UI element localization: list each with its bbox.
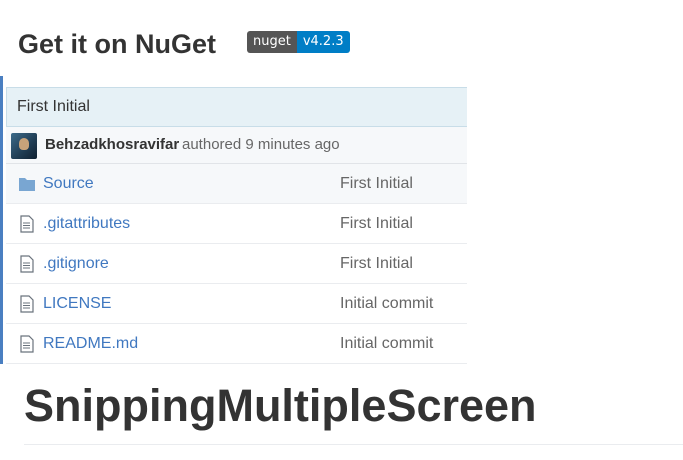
file-icon (20, 255, 34, 273)
list-item: LICENSE Initial commit (6, 284, 467, 324)
file-commit-message[interactable]: First Initial (340, 164, 413, 203)
list-item: .gitattributes First Initial (6, 204, 467, 244)
folder-icon (19, 178, 35, 191)
author-name[interactable]: Behzadkhosravifar (45, 127, 179, 163)
file-link-license[interactable]: LICENSE (43, 284, 111, 323)
repo-file-listing: First Initial Behzadkhosravifar authored… (0, 76, 467, 364)
avatar[interactable] (11, 133, 37, 159)
file-commit-message[interactable]: Initial commit (340, 284, 433, 323)
file-link-gitignore[interactable]: .gitignore (43, 244, 109, 283)
file-link-source[interactable]: Source (43, 164, 94, 203)
list-item: README.md Initial commit (6, 324, 467, 364)
nuget-version-badge[interactable]: nuget v4.2.3 (247, 31, 350, 53)
badge-label: nuget (247, 31, 297, 53)
latest-commit-message: First Initial (6, 87, 467, 127)
nuget-heading: Get it on NuGet (18, 29, 216, 59)
list-item: Source First Initial (6, 164, 467, 204)
file-icon (20, 295, 34, 313)
commit-author-row: Behzadkhosravifar authored 9 minutes ago (6, 127, 467, 164)
file-commit-message[interactable]: First Initial (340, 204, 413, 243)
file-commit-message[interactable]: Initial commit (340, 324, 433, 363)
file-link-readme[interactable]: README.md (43, 324, 138, 363)
list-item: .gitignore First Initial (6, 244, 467, 284)
authored-time: authored 9 minutes ago (182, 136, 340, 153)
file-link-gitattributes[interactable]: .gitattributes (43, 204, 130, 243)
file-icon (20, 335, 34, 353)
heading-divider (24, 444, 683, 445)
page-title: SnippingMultipleScreen (24, 380, 537, 431)
file-icon (20, 215, 34, 233)
file-commit-message[interactable]: First Initial (340, 244, 413, 283)
badge-version: v4.2.3 (296, 31, 350, 53)
